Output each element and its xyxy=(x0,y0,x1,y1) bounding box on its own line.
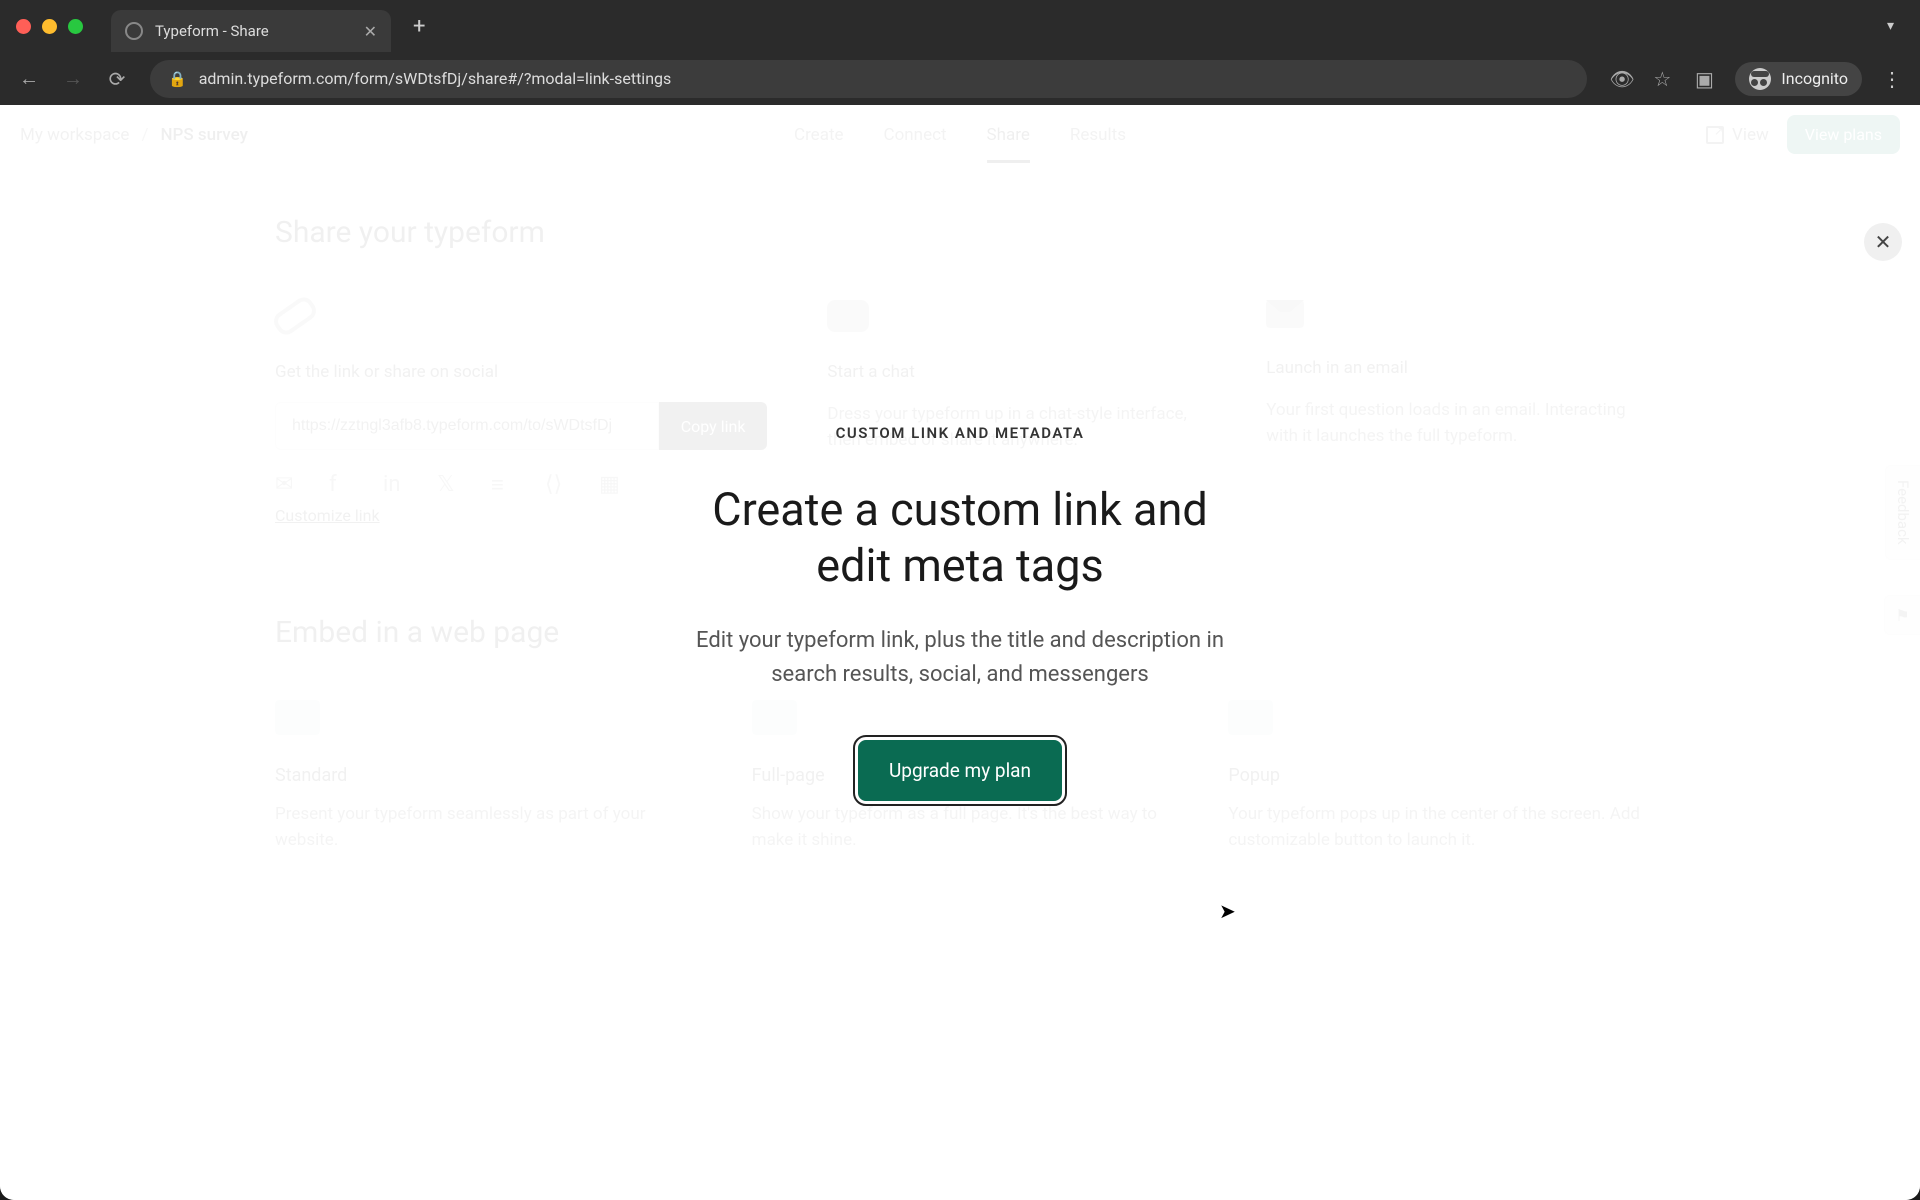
modal-overlay: CUSTOM LINK AND METADATA Create a custom… xyxy=(0,105,1920,1200)
browser-menu-icon[interactable]: ⋮ xyxy=(1882,69,1902,89)
browser-chrome: Typeform - Share ✕ + ▾ ← → ⟳ 🔒 admin.typ… xyxy=(0,0,1920,105)
lock-icon: 🔒 xyxy=(168,70,187,88)
page: ✕ My workspace / NPS survey Create Conne… xyxy=(0,105,1920,1200)
modal-description: Edit your typeform link, plus the title … xyxy=(680,624,1240,692)
panel-icon[interactable]: ▣ xyxy=(1693,67,1715,91)
new-tab-button[interactable]: + xyxy=(413,14,425,39)
url-field[interactable]: 🔒 admin.typeform.com/form/sWDtsfDj/share… xyxy=(150,60,1587,98)
toolbar-right: 👁 ☆ ▣ Incognito ⋮ xyxy=(1609,62,1902,96)
modal-eyebrow: CUSTOM LINK AND METADATA xyxy=(680,424,1240,442)
modal-close-button[interactable]: ✕ xyxy=(1864,223,1902,261)
eye-off-icon[interactable]: 👁 xyxy=(1609,67,1631,91)
address-bar: ← → ⟳ 🔒 admin.typeform.com/form/sWDtsfDj… xyxy=(0,52,1920,105)
tab-favicon-icon xyxy=(125,22,143,40)
tab-title: Typeform - Share xyxy=(155,22,352,40)
forward-button: → xyxy=(62,66,84,91)
titlebar: Typeform - Share ✕ + ▾ xyxy=(0,0,1920,52)
bookmark-icon[interactable]: ☆ xyxy=(1651,67,1673,91)
back-button[interactable]: ← xyxy=(18,66,40,91)
window-close-icon[interactable] xyxy=(16,19,31,34)
tabs-dropdown-icon[interactable]: ▾ xyxy=(1887,18,1894,34)
incognito-icon xyxy=(1749,68,1771,90)
browser-tab[interactable]: Typeform - Share ✕ xyxy=(111,10,391,52)
reload-button[interactable]: ⟳ xyxy=(106,67,128,91)
window-maximize-icon[interactable] xyxy=(68,19,83,34)
incognito-label: Incognito xyxy=(1781,69,1848,88)
url-text: admin.typeform.com/form/sWDtsfDj/share#/… xyxy=(199,69,672,88)
tab-close-icon[interactable]: ✕ xyxy=(364,22,377,41)
window-controls xyxy=(16,19,83,34)
window-minimize-icon[interactable] xyxy=(42,19,57,34)
modal-title: Create a custom link and edit meta tags xyxy=(680,482,1240,595)
upgrade-plan-button[interactable]: Upgrade my plan xyxy=(858,740,1062,801)
incognito-badge[interactable]: Incognito xyxy=(1735,62,1862,96)
upgrade-modal: CUSTOM LINK AND METADATA Create a custom… xyxy=(660,404,1260,822)
